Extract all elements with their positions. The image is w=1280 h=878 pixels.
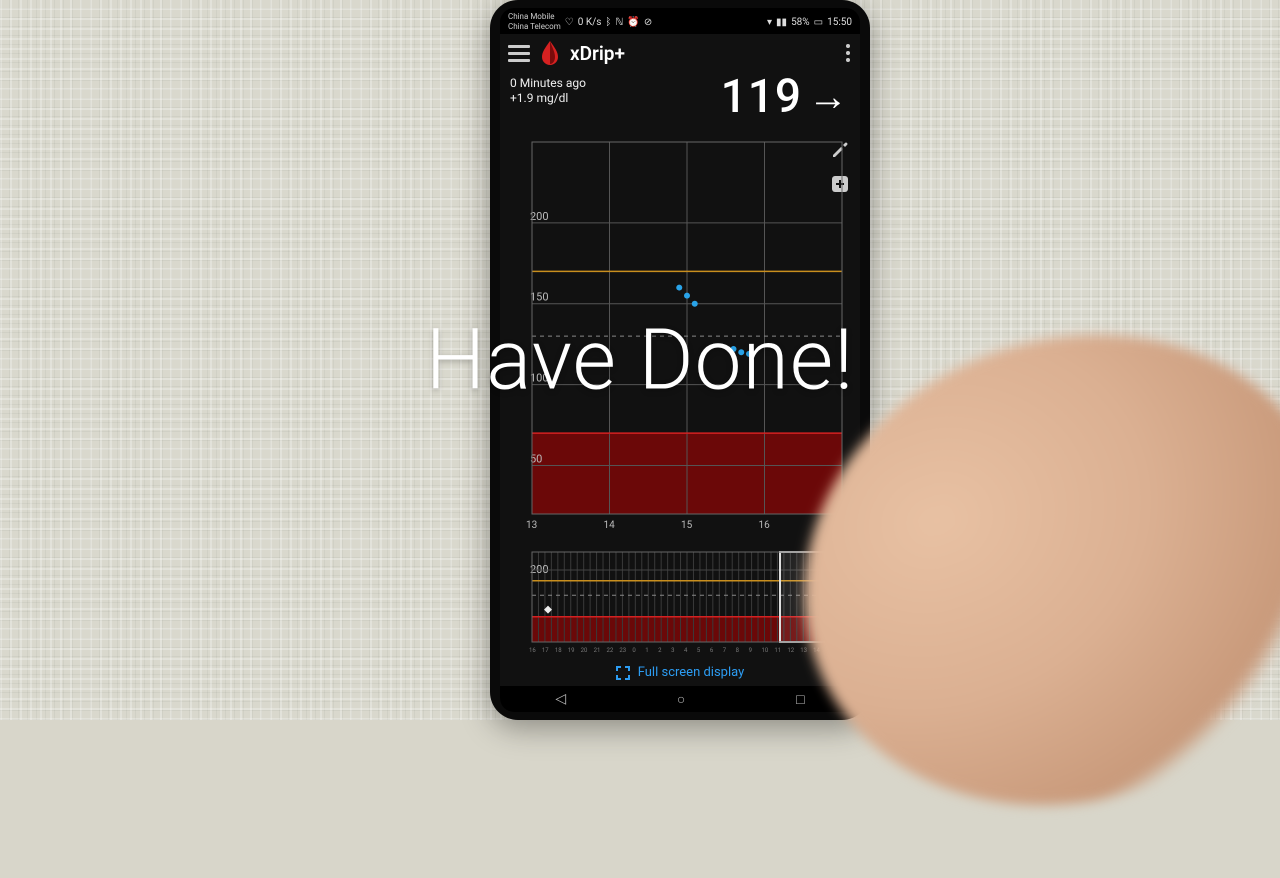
svg-text:16: 16 [529,647,536,654]
svg-text:23: 23 [619,647,626,654]
glucose-reading[interactable]: 119 → [721,70,848,124]
svg-text:17: 17 [542,647,549,654]
wifi-icon: ▾ [767,17,772,28]
battery-icon: ▭ [814,17,823,28]
svg-text:22: 22 [607,647,614,654]
heart-icon: ♡ [565,17,574,28]
app-bar: xDrip+ [500,34,860,70]
svg-text:4: 4 [684,647,688,654]
delta-value: +1.9 mg/dl [510,91,586,106]
svg-text:3: 3 [671,647,674,654]
svg-text:14: 14 [604,520,616,531]
fullscreen-label: Full screen display [638,665,745,680]
carrier-1: China Mobile [508,12,561,22]
status-bar: China Mobile China Telecom ♡ 0 K/s ᛒ ℕ ⏰… [500,8,860,34]
svg-text:15: 15 [681,520,693,531]
menu-icon[interactable] [508,45,530,62]
svg-text:13: 13 [800,647,807,654]
glucose-main-chart[interactable]: 5010015020013141516 [514,138,846,538]
app-title: xDrip+ [570,42,625,65]
svg-text:9: 9 [749,647,752,654]
dnd-icon: ⊘ [644,17,652,28]
svg-text:5: 5 [697,647,701,654]
phone-frame: China Mobile China Telecom ♡ 0 K/s ᛒ ℕ ⏰… [490,0,870,720]
alarm-icon: ⏰ [627,17,639,28]
svg-text:14: 14 [813,647,820,654]
glucose-mini-chart[interactable]: 2001617181920212223012345678910111213141… [514,548,846,658]
clock: 15:50 [827,17,852,28]
glucose-value: 119 [721,70,802,124]
svg-text:13: 13 [526,520,537,531]
phone-screen: China Mobile China Telecom ♡ 0 K/s ᛒ ℕ ⏰… [500,8,860,712]
svg-text:16: 16 [839,647,846,654]
fullscreen-icon [616,666,630,680]
svg-text:21: 21 [594,647,601,654]
overflow-menu-icon[interactable] [846,44,850,62]
nav-back-icon[interactable]: ◁ [555,691,566,707]
battery-label: 58% [791,17,810,28]
svg-text:6: 6 [710,647,714,654]
svg-text:18: 18 [555,647,562,654]
svg-text:16: 16 [759,520,771,531]
svg-text:0: 0 [632,647,636,654]
trend-arrow-icon: → [808,77,848,117]
fullscreen-button[interactable]: Full screen display [500,659,860,686]
data-rate: 0 K/s [578,17,602,28]
svg-text:8: 8 [736,647,740,654]
svg-text:100: 100 [530,372,549,385]
bluetooth-icon: ᛒ [605,17,611,28]
svg-text:200: 200 [530,210,549,223]
app-logo-icon [540,40,560,66]
minutes-ago: 0 Minutes ago [510,76,586,91]
svg-text:11: 11 [774,647,781,654]
carrier-labels: China Mobile China Telecom [508,12,561,32]
svg-text:150: 150 [530,291,549,304]
signal-icon: ▮▮ [776,17,787,28]
svg-text:19: 19 [568,647,575,654]
svg-text:12: 12 [787,647,794,654]
nav-recent-icon[interactable]: □ [796,691,804,708]
nav-home-icon[interactable]: ○ [677,691,685,708]
svg-text:10: 10 [762,647,769,654]
svg-text:7: 7 [723,647,727,654]
nfc-icon: ℕ [615,17,623,28]
svg-text:15: 15 [826,647,833,654]
reading-row: 0 Minutes ago +1.9 mg/dl 119 → [500,70,860,124]
svg-text:20: 20 [581,647,588,654]
android-nav-bar: ◁ ○ □ [500,686,860,712]
reading-timestamp: 0 Minutes ago +1.9 mg/dl [510,76,586,106]
svg-text:2: 2 [658,647,662,654]
carrier-2: China Telecom [508,22,561,32]
svg-text:1: 1 [645,647,648,654]
